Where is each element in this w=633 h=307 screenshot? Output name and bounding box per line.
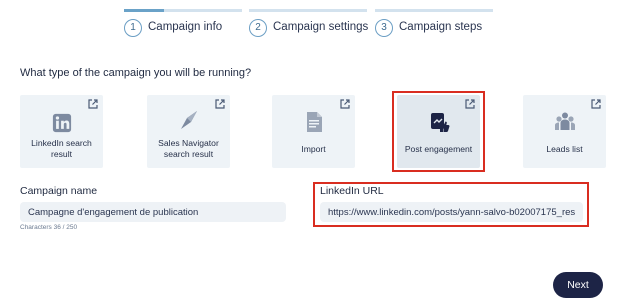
people-group-icon xyxy=(554,112,575,130)
selection-highlight xyxy=(392,91,485,172)
external-link-icon[interactable] xyxy=(591,99,601,109)
step-label: Campaign steps xyxy=(399,21,483,33)
campaign-type-linkedin-search[interactable]: LinkedIn search result xyxy=(20,95,103,168)
step-campaign-steps[interactable]: 3 Campaign steps xyxy=(375,9,495,39)
external-link-icon[interactable] xyxy=(340,99,350,109)
step-progress-bar xyxy=(249,9,367,12)
step-number: 1 xyxy=(124,19,142,37)
campaign-name-input[interactable] xyxy=(20,202,286,222)
character-count: Characters 36 / 250 xyxy=(20,224,78,231)
campaign-name-label: Campaign name xyxy=(20,185,98,197)
compass-icon xyxy=(180,111,197,129)
next-button[interactable]: Next xyxy=(553,272,603,298)
step-progress-bar xyxy=(375,9,493,12)
campaign-type-import[interactable]: Import xyxy=(272,95,355,168)
card-label: Sales Navigator search result xyxy=(158,138,219,159)
external-link-icon[interactable] xyxy=(215,99,225,109)
campaign-type-question: What type of the campaign you will be ru… xyxy=(20,67,252,79)
campaign-type-sales-navigator[interactable]: Sales Navigator search result xyxy=(147,95,230,168)
linkedin-icon xyxy=(52,113,71,133)
step-label: Campaign info xyxy=(148,21,223,33)
step-label: Campaign settings xyxy=(273,21,369,33)
url-highlight xyxy=(313,182,589,227)
card-label: Leads list xyxy=(546,144,583,154)
external-link-icon[interactable] xyxy=(88,99,98,109)
step-number: 3 xyxy=(375,19,393,37)
step-campaign-info[interactable]: 1 Campaign info xyxy=(124,9,244,39)
csv-file-icon xyxy=(306,112,322,132)
card-label: LinkedIn search result xyxy=(31,138,92,159)
step-number: 2 xyxy=(249,19,267,37)
step-progress-bar xyxy=(124,9,242,12)
campaign-type-leads-list[interactable]: Leads list xyxy=(523,95,606,168)
step-campaign-settings[interactable]: 2 Campaign settings xyxy=(249,9,369,39)
card-label: Import xyxy=(301,144,326,154)
